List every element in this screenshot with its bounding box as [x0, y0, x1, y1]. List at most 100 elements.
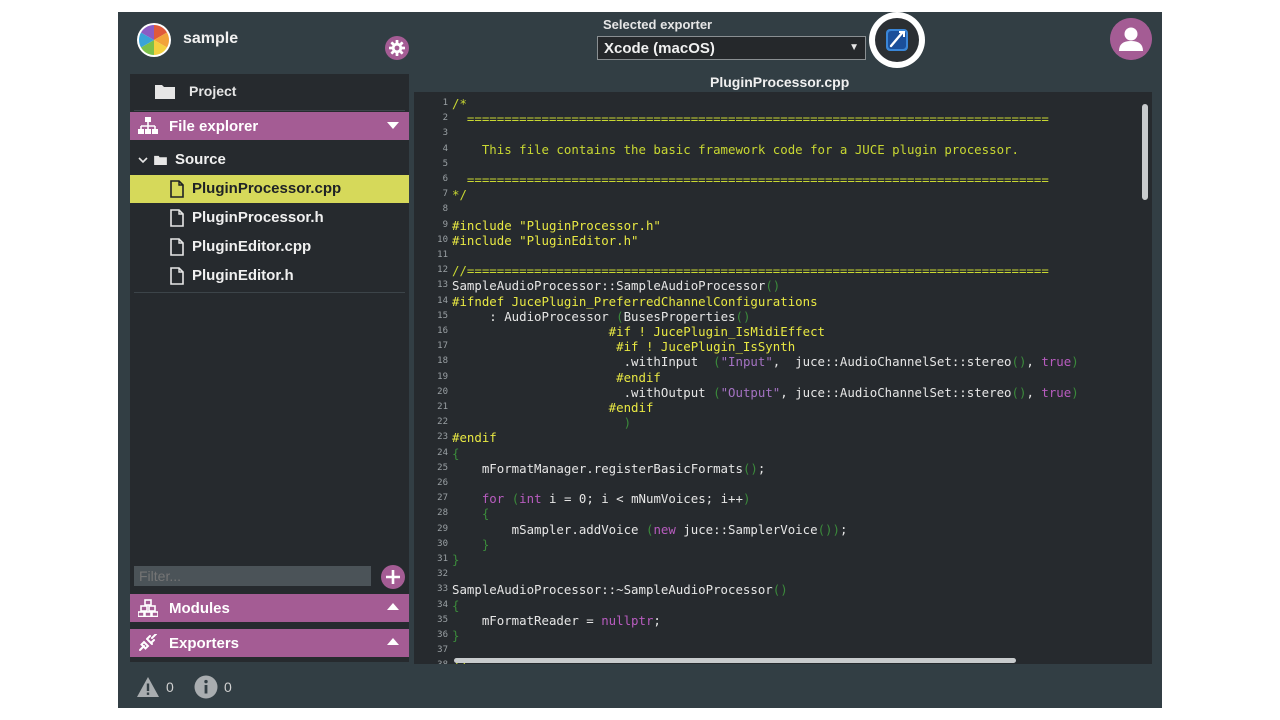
line-number: 25: [437, 462, 448, 473]
line-number: 20: [437, 386, 448, 397]
line-number: 29: [437, 523, 448, 534]
modules-header[interactable]: Modules: [130, 594, 409, 622]
code-line: .withOutput ("Output", juce::AudioChanne…: [452, 384, 1079, 400]
code-line: mFormatManager.registerBasicFormats();: [452, 460, 766, 476]
tree-file-plugin-processor-h[interactable]: PluginProcessor.h: [130, 204, 409, 232]
code-line: #if ! JucePlugin_IsSynth: [452, 339, 796, 355]
project-label: Project: [189, 83, 237, 99]
vertical-scrollbar[interactable]: [1142, 104, 1148, 200]
line-number: 12: [437, 265, 448, 276]
code-line: */: [452, 187, 467, 203]
code-line: //======================================…: [452, 263, 1049, 279]
code-line: #endif: [452, 400, 654, 415]
line-number: 11: [437, 250, 448, 260]
editor-filename: PluginProcessor.cpp: [710, 74, 850, 90]
tree-folder-source[interactable]: Source: [130, 146, 409, 174]
line-number: 9: [442, 219, 448, 230]
code-line: for (int i = 0; i < mNumVoices; i++): [481, 491, 751, 507]
filter-input[interactable]: [134, 566, 371, 586]
line-number: 35: [437, 614, 448, 625]
file-explorer-header[interactable]: File explorer: [130, 112, 409, 140]
code-line: #endif: [452, 369, 661, 385]
line-number: 14: [437, 295, 448, 306]
line-number: 19: [437, 371, 448, 382]
file-icon: [170, 267, 184, 285]
file-explorer-label: File explorer: [169, 118, 259, 135]
tree-file-label: PluginProcessor.h: [192, 209, 324, 226]
folder-icon: [154, 155, 167, 165]
project-name: sample: [183, 30, 239, 47]
code-line: {: [452, 506, 490, 522]
exporters-header[interactable]: Exporters: [130, 629, 409, 657]
file-icon: [170, 209, 184, 227]
info-icon[interactable]: [194, 675, 218, 699]
line-number: 10: [437, 234, 448, 245]
modules-icon: [138, 599, 158, 617]
line-number: 18: [437, 356, 448, 367]
line-number: 38: [414, 658, 448, 664]
exporter-select[interactable]: Xcode (macOS) ▼: [597, 36, 866, 60]
code-line: #include "PluginEditor.h": [452, 232, 639, 248]
line-number: 6: [442, 174, 448, 184]
code-line: ): [452, 415, 632, 431]
code-line: /*: [452, 96, 467, 111]
code-line: SampleAudioProcessor::~SampleAudioProces…: [452, 582, 788, 598]
add-file-icon[interactable]: [380, 564, 406, 590]
code-line: }: [452, 536, 490, 552]
chevron-down-icon: ▼: [849, 42, 859, 53]
divider: [134, 110, 405, 111]
juce-logo-icon: [137, 23, 171, 57]
tree-file-label: PluginProcessor.cpp: [192, 180, 342, 197]
line-number: 36: [437, 630, 448, 640]
line-number: 31: [437, 554, 448, 564]
tree-file-plugin-editor-h[interactable]: PluginEditor.h: [130, 262, 409, 290]
warning-icon[interactable]: [136, 676, 160, 698]
file-icon: [170, 238, 184, 256]
line-number: 33: [437, 584, 448, 595]
code-line: #include "PluginProcessor.h": [452, 217, 661, 233]
line-number: 32: [437, 569, 448, 580]
info-count: 0: [224, 679, 232, 695]
line-number: 15: [437, 310, 448, 321]
line-number: 21: [437, 402, 448, 412]
modules-label: Modules: [169, 600, 230, 617]
code-line: mFormatReader = nullptr;: [452, 612, 661, 628]
project-settings-row[interactable]: Project: [130, 74, 409, 108]
code-editor[interactable]: 1 /* 2 ===================================…: [414, 92, 1152, 664]
code-line: {: [452, 597, 460, 613]
line-number: 8: [442, 204, 448, 215]
line-number: 30: [437, 538, 448, 549]
projucer-window: sample Selected exporter Xcode (macOS) ▼: [118, 12, 1162, 708]
line-number: 26: [437, 478, 448, 488]
chevron-down-icon: [387, 122, 399, 129]
user-avatar-icon[interactable]: [1110, 18, 1152, 60]
save-and-open-ide-button[interactable]: [869, 12, 925, 68]
gear-icon[interactable]: [385, 36, 409, 60]
horizontal-scrollbar[interactable]: [454, 658, 1016, 663]
file-icon: [170, 180, 184, 198]
tree-file-plugin-editor-cpp[interactable]: PluginEditor.cpp: [130, 233, 409, 261]
code-line: mSampler.addVoice (new juce::SamplerVoic…: [452, 521, 848, 537]
chevron-up-icon: [387, 638, 399, 645]
code-line: {: [452, 445, 460, 461]
line-number: 34: [437, 599, 448, 610]
code-line: #endif: [452, 430, 497, 446]
line-number: 3: [442, 128, 448, 139]
code-line: }: [452, 628, 460, 643]
code-line: ========================================…: [452, 111, 1049, 127]
code-line: #if ! JucePlugin_IsMidiEffect: [452, 324, 825, 339]
code-line: .withInput ("Input", juce::AudioChannelS…: [452, 354, 1079, 370]
line-number: 1: [442, 98, 448, 108]
hierarchy-icon: [138, 117, 158, 134]
line-number: 22: [437, 417, 448, 428]
tree-file-plugin-processor-cpp[interactable]: PluginProcessor.cpp: [130, 175, 409, 203]
plug-icon: [139, 634, 157, 651]
code-line: #ifndef JucePlugin_PreferredChannelConfi…: [452, 293, 818, 309]
code-line: : AudioProcessor (BusesProperties(): [452, 308, 751, 324]
code-line: This file contains the basic framework c…: [452, 141, 1019, 157]
line-number: 16: [437, 326, 448, 336]
tree-folder-label: Source: [175, 151, 226, 168]
line-number: 4: [442, 143, 448, 154]
line-number: 23: [437, 432, 448, 443]
exporter-label: Selected exporter: [603, 17, 713, 32]
